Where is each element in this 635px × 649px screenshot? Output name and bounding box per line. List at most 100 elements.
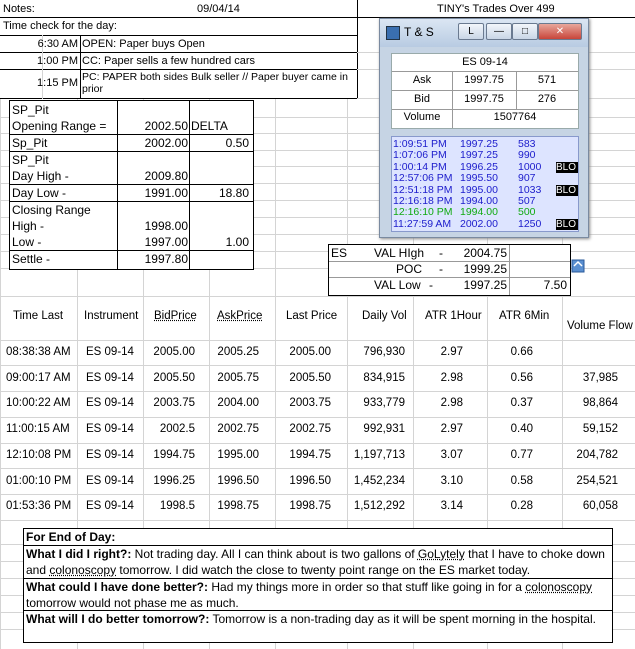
ts-block-tag: BLO	[556, 218, 578, 230]
ts-volume-label: Volume	[403, 111, 441, 123]
cell-last-price: 2005.00	[289, 346, 331, 358]
ts-trade-time: 11:27:59 AM	[393, 217, 452, 230]
cell-last-price: 2003.75	[289, 397, 331, 410]
col-header-atr-6min: ATR 6Min	[499, 310, 550, 322]
cell-time-last: 08:38:38 AM	[6, 346, 71, 358]
cell-bid-price: 1998.5	[159, 500, 195, 513]
col-header-instrument: Instrument	[84, 310, 139, 322]
ts-trade-time: 12:57:06 PM	[393, 172, 453, 185]
cell-atr-1hour: 3.07	[440, 448, 463, 461]
refresh-icon[interactable]	[571, 258, 585, 274]
cell-instrument: ES 09-14	[86, 500, 134, 513]
close-high-value: 1998.00	[144, 219, 188, 233]
cell-atr-6min: 0.28	[510, 500, 533, 513]
cell-daily-vol: 1,452,234	[353, 474, 405, 487]
minimize-icon[interactable]: —	[486, 23, 512, 40]
sp-pit-title-2: SP_Pit	[12, 153, 49, 167]
col-header-bidprice: BidPrice	[154, 310, 197, 322]
cell-ask-price: 2004.00	[217, 397, 259, 410]
cell-ask-price: 1995.00	[217, 448, 259, 461]
cell-atr-1hour: 3.10	[440, 474, 463, 487]
cell-instrument: ES 09-14	[86, 371, 134, 384]
close-low-value: 1997.00	[144, 235, 188, 249]
ts-link-button[interactable]: L	[458, 23, 484, 40]
cell-daily-vol: 1,512,292	[353, 500, 405, 513]
cell-ask-price: 2005.25	[217, 346, 259, 358]
cell-bid-price: 1994.75	[153, 448, 195, 461]
notes-label: Notes:	[3, 3, 35, 15]
cell-last-price: 1998.75	[289, 500, 331, 513]
ts-trade-price: 1995.50	[460, 172, 498, 185]
cell-atr-1hour: 2.97	[440, 346, 463, 358]
cell-volume-flow: 59,152	[582, 423, 618, 436]
cell-time-last: 01:00:10 PM	[6, 474, 72, 487]
ts-symbol: ES 09-14	[462, 56, 508, 68]
cell-bid-price: 2002.5	[159, 423, 195, 436]
ts-block-tag: BLO	[556, 184, 578, 196]
tiny-trades-title: TINY's Trades Over 499	[437, 3, 555, 15]
close-high-label: High -	[12, 219, 45, 233]
ts-window-icon	[386, 26, 400, 40]
cell-bid-price: 2005.00	[153, 346, 195, 358]
cell-instrument: ES 09-14	[86, 397, 134, 410]
end-of-day-panel: For End of Day: What I did I right?: Not…	[23, 528, 613, 643]
poc-dash: -	[439, 262, 443, 276]
closing-diff-value: 1.00	[225, 235, 249, 249]
ts-title-bar[interactable]: T & S L — □ ✕	[380, 19, 588, 47]
eod-answer-1-text-a: Not trading day. All I can think about i…	[131, 547, 418, 561]
cell-atr-1hour: 3.14	[440, 500, 463, 513]
cell-ask-price: 1996.50	[217, 474, 259, 487]
closing-range-label: Closing Range	[12, 203, 91, 217]
val-es-label: ES	[331, 246, 348, 260]
col-header-last-price: Last Price	[286, 310, 338, 322]
cell-time-last: 01:53:36 PM	[6, 500, 72, 513]
ts-bid-price: 1997.75	[464, 93, 504, 105]
col-header-askprice: AskPrice	[217, 310, 263, 322]
cell-time-last: 10:00:22 AM	[6, 397, 71, 410]
cell-atr-6min: 0.40	[510, 423, 533, 436]
poc-label: POC	[396, 262, 423, 276]
cell-atr-6min: 0.56	[510, 371, 533, 384]
cell-atr-6min: 0.58	[510, 474, 533, 487]
cell-volume-flow: 254,521	[576, 474, 618, 487]
cell-atr-6min: 0.77	[510, 448, 533, 461]
sp-pit-label: Sp_Pit	[12, 136, 48, 150]
cell-volume-flow: 37,985	[582, 371, 618, 384]
cell-volume-flow: 60,058	[582, 500, 618, 513]
cell-ask-price: 1998.75	[217, 500, 259, 513]
col-header-daily-vol: Daily Vol	[362, 310, 407, 322]
cell-bid-price: 2003.75	[153, 397, 195, 410]
cell-time-last: 12:10:08 PM	[6, 448, 72, 461]
time-check-text-2: CC: Paper sells a few hundred cars	[82, 55, 256, 67]
cell-bid-price: 1996.25	[153, 474, 195, 487]
opening-range-label: Opening Range =	[12, 119, 107, 133]
ts-block-tag: BLO	[556, 161, 578, 173]
ts-trade-size: 907	[518, 172, 536, 185]
eod-answer-2-text-a: Had my things more in order so that stuf…	[208, 580, 526, 594]
cell-daily-vol: 933,779	[363, 397, 405, 410]
eod-answer-1-text-c: tomorrow. I did watch the close to twent…	[116, 563, 531, 577]
close-icon[interactable]: ✕	[538, 23, 582, 40]
cell-instrument: ES 09-14	[86, 448, 134, 461]
val-high-value: 2004.75	[463, 246, 507, 260]
ts-trade-size: 1250	[518, 217, 542, 230]
ts-trade-price: 2002.00	[460, 217, 498, 230]
cell-bid-price: 2005.50	[153, 371, 195, 384]
delta-label: DELTA	[191, 119, 228, 133]
eod-answer-1: What I did I right?: Not trading day. Al…	[26, 546, 610, 578]
val-low-dash: -	[429, 278, 433, 292]
val-high-label: VAL HIgh	[374, 246, 425, 260]
day-low-value: 1991.00	[144, 186, 188, 200]
cell-time-last: 11:00:15 AM	[6, 423, 70, 436]
ts-ask-size: 571	[537, 74, 557, 86]
time-check-text-3: PC: PAPER both sides Bulk seller // Pape…	[82, 71, 348, 95]
time-check-time-3: 1:15 PM	[37, 77, 78, 89]
close-low-label: Low -	[12, 235, 42, 249]
maximize-icon[interactable]: □	[512, 23, 538, 40]
day-range-value: 18.80	[218, 186, 249, 200]
poc-value: 1999.25	[463, 262, 507, 276]
col-header-volume-flow: Volume Flow	[567, 320, 633, 332]
val-high-dash: -	[439, 246, 443, 260]
cell-ask-price: 2002.75	[217, 423, 259, 436]
eod-question-1: What I did I right?:	[26, 547, 132, 561]
